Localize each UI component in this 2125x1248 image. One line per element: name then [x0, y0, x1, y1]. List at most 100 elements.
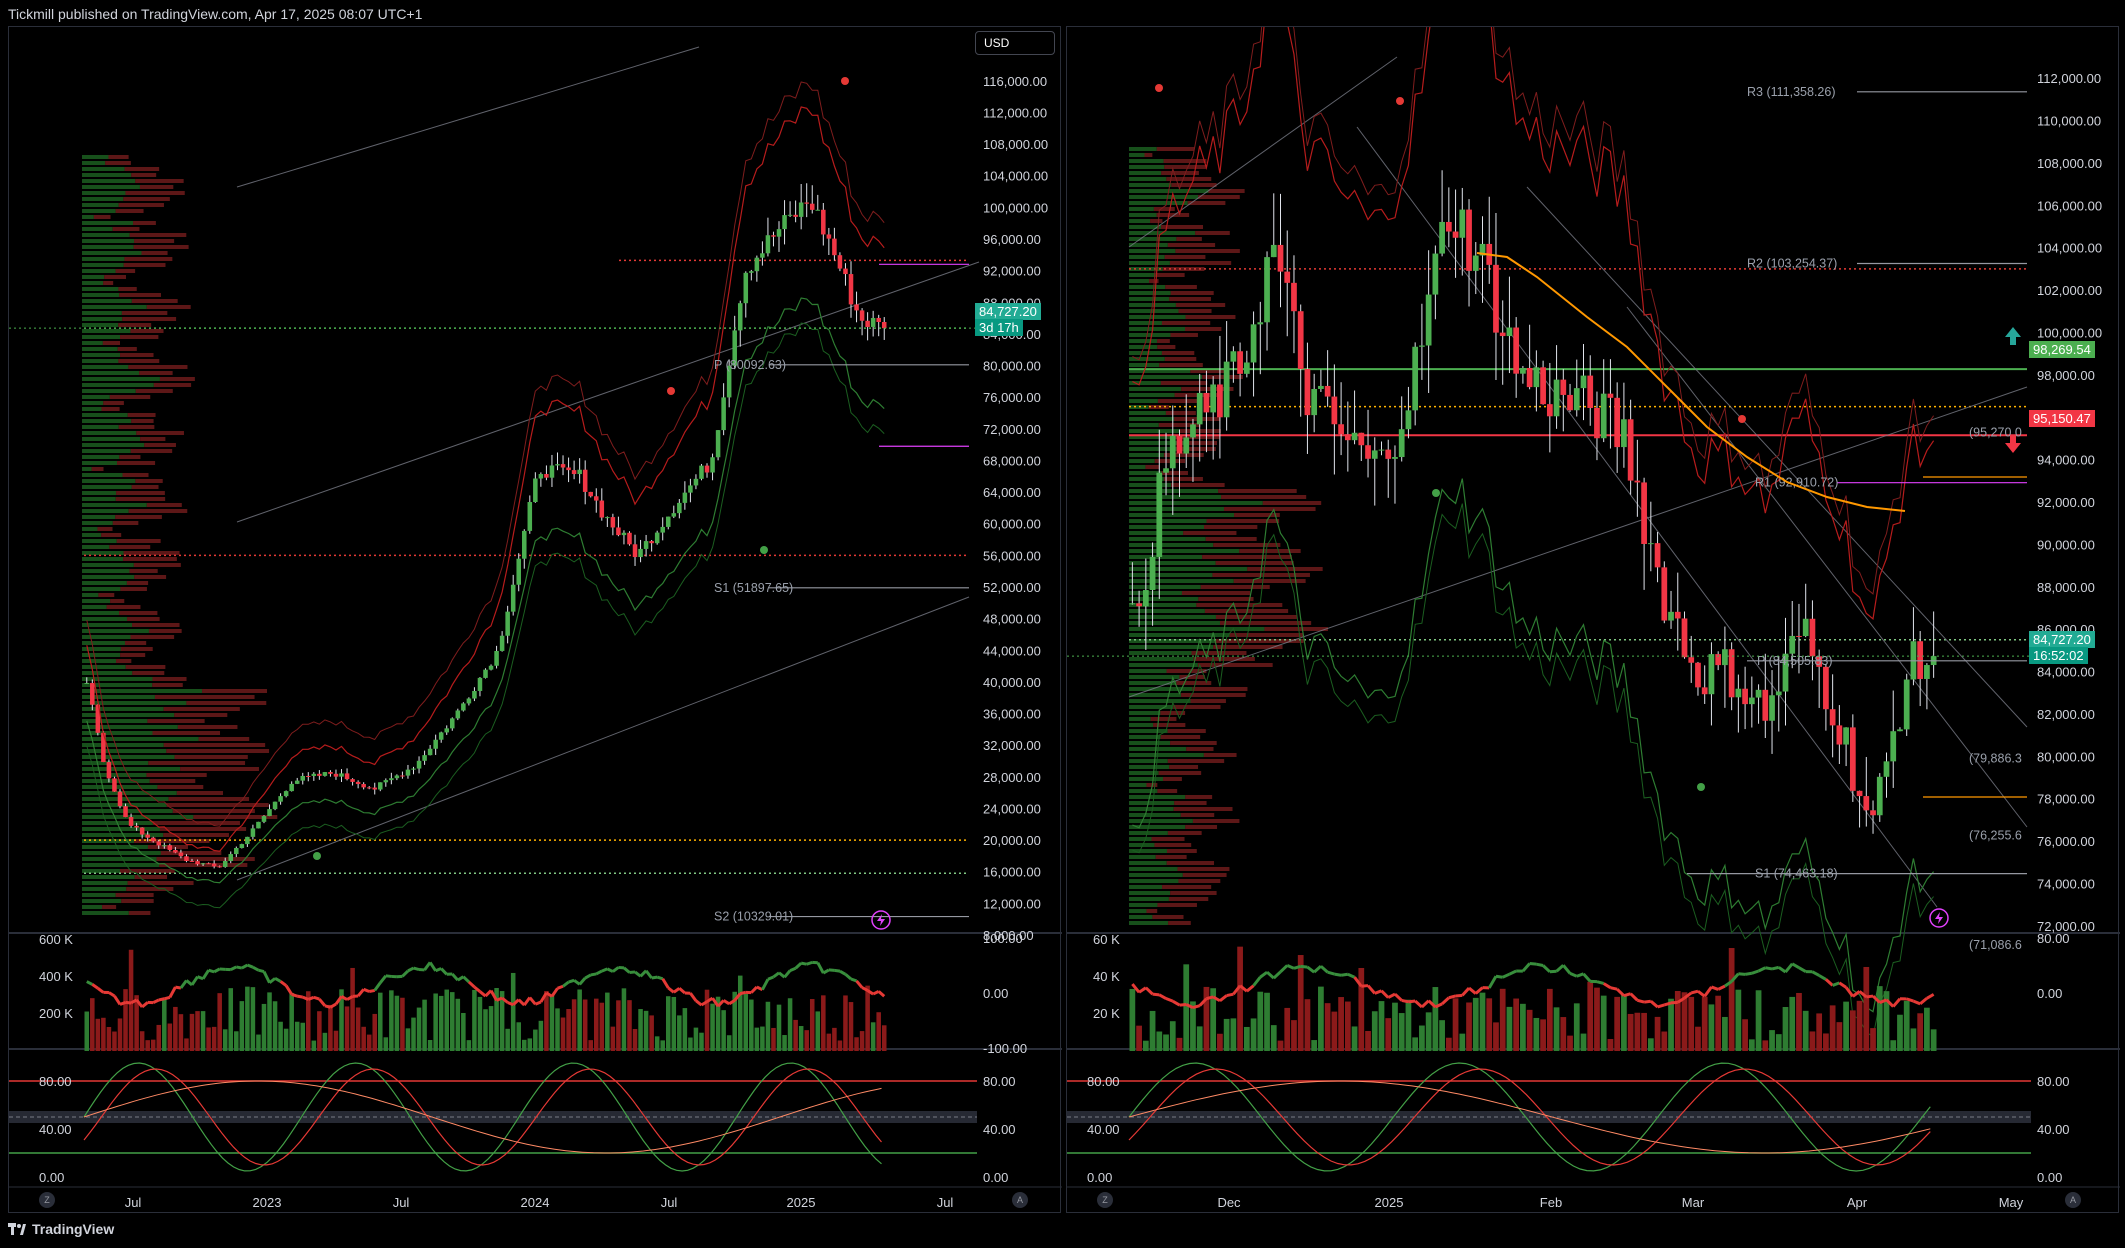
lightning-icon: [877, 914, 885, 926]
candle-body: [328, 772, 333, 774]
price-axis-tick: 40,000.00: [983, 675, 1041, 690]
oscillator-line: [667, 986, 675, 994]
volume-bar: [355, 1007, 361, 1051]
volume-axis-label: 400 K: [39, 969, 73, 984]
volume-profile-bar: [1129, 279, 1150, 283]
oscillator-axis-label: -100.00: [983, 1041, 1027, 1056]
volume-bar: [1331, 1011, 1338, 1051]
volume-bar: [488, 1006, 494, 1051]
volume-profile-bar: [82, 437, 141, 441]
volume-profile-bar: [1129, 237, 1177, 241]
oscillator-line: [1649, 1000, 1659, 1009]
volume-bar: [793, 1019, 798, 1051]
price-axis-tick: 48,000.00: [983, 612, 1041, 627]
candle-body: [665, 516, 671, 527]
volume-profile-bar: [1129, 507, 1225, 511]
volume-bar: [1277, 1040, 1284, 1051]
volume-bar: [1405, 999, 1412, 1051]
auto-scale-button-right[interactable]: A: [2065, 1192, 2081, 1208]
volume-bar: [798, 1026, 804, 1051]
candle-body: [782, 215, 787, 230]
stoch-axis-label: 0.00: [2037, 1170, 2062, 1185]
volume-bar: [1452, 998, 1459, 1051]
oscillator-line: [1784, 962, 1794, 973]
volume-profile-bar: [1129, 765, 1170, 769]
volume-bar: [1338, 997, 1344, 1051]
volume-profile-bar: [1129, 483, 1172, 487]
volume-profile-bar: [1196, 603, 1283, 607]
volume-profile-bar: [120, 353, 154, 357]
volume-profile-bar: [123, 197, 170, 201]
volume-profile-bar: [1150, 717, 1177, 721]
oscillator-line: [528, 996, 537, 1006]
candle-body: [383, 780, 389, 783]
oscillator-line: [1144, 986, 1154, 996]
volume-profile-bar: [127, 413, 156, 417]
price-axis-tick: 110,000.00: [2037, 114, 2101, 129]
oscillator-line: [119, 1001, 127, 1006]
zoom-button-left[interactable]: Z: [39, 1192, 55, 1208]
volume-bar: [267, 992, 272, 1051]
volume-bar: [1567, 1035, 1573, 1051]
oscillator-line: [584, 973, 592, 980]
right-chart-panel[interactable]: 112,000.00 110,000.00 108,000.00 106,000.00…: [1066, 26, 2120, 1214]
candle-body: [1762, 689, 1769, 721]
volume-profile-bar: [1129, 735, 1161, 739]
candle-body: [1136, 603, 1142, 607]
left-chart-panel[interactable]: 116,000.00 112,000.00 108,000.00 104,000.00…: [8, 26, 1062, 1214]
volume-profile-bar: [82, 269, 116, 273]
volume-profile-bar: [1129, 837, 1152, 841]
oscillator-line: [363, 987, 370, 993]
candle-body: [1237, 351, 1243, 374]
candle-body: [483, 669, 488, 678]
volume-profile-bar: [82, 413, 128, 417]
footer-brand[interactable]: TradingView: [8, 1221, 114, 1237]
candle-body: [488, 665, 494, 670]
volume-bar: [278, 1021, 283, 1051]
currency-button[interactable]: USD: [975, 31, 1055, 55]
candle-body: [411, 768, 416, 770]
left-chart-canvas[interactable]: 116,000.00 112,000.00 108,000.00 104,000.00…: [9, 27, 1062, 1214]
candle-body: [643, 541, 649, 549]
oscillator-line: [1832, 981, 1840, 987]
volume-bar: [1849, 1010, 1856, 1051]
right-chart-canvas[interactable]: 112,000.00 110,000.00 108,000.00 106,000.00…: [1067, 27, 2120, 1214]
oscillator-line: [1663, 1001, 1672, 1007]
price-axis-tick: 100,000.00: [983, 200, 1048, 215]
zoom-button-right[interactable]: Z: [1097, 1192, 1113, 1208]
volume-bar: [588, 1040, 593, 1051]
oscillator-line: [201, 969, 210, 980]
candle-body: [704, 465, 710, 473]
oscillator-line: [750, 985, 758, 994]
volume-profile-bar: [82, 491, 117, 495]
candle-body: [660, 526, 665, 533]
volume-bar: [682, 1008, 688, 1051]
volume-bar: [361, 1026, 366, 1051]
candle-body: [1270, 244, 1277, 258]
auto-scale-button-left[interactable]: A: [1012, 1192, 1028, 1208]
volume-bar: [1762, 1040, 1769, 1051]
volume-bar: [1190, 1001, 1196, 1051]
volume-profile-bar: [1233, 579, 1306, 583]
volume-profile-bar: [82, 605, 107, 609]
volume-profile-bar: [125, 665, 166, 669]
volume-profile-bar: [82, 425, 119, 429]
volume-profile-bar: [1144, 153, 1153, 157]
candle-body: [621, 532, 627, 536]
candle-body: [1722, 649, 1728, 666]
candle-body: [1735, 688, 1742, 698]
volume-bar: [1142, 1040, 1149, 1051]
oscillator-line: [1623, 992, 1632, 998]
volume-profile-bar: [123, 263, 166, 267]
volume-profile-bar: [1129, 693, 1182, 697]
volume-profile-bar: [82, 599, 111, 603]
volume-profile-bar: [82, 263, 124, 267]
candle-body: [693, 478, 699, 486]
volume-profile-bar: [82, 293, 120, 297]
volume-profile-bar: [1129, 465, 1146, 469]
volume-bar: [1836, 1022, 1843, 1051]
volume-bar: [1856, 1000, 1863, 1051]
volume-bar: [743, 993, 749, 1051]
pivot-label: S1 (51897.65): [714, 581, 793, 595]
candle-body: [339, 773, 344, 777]
